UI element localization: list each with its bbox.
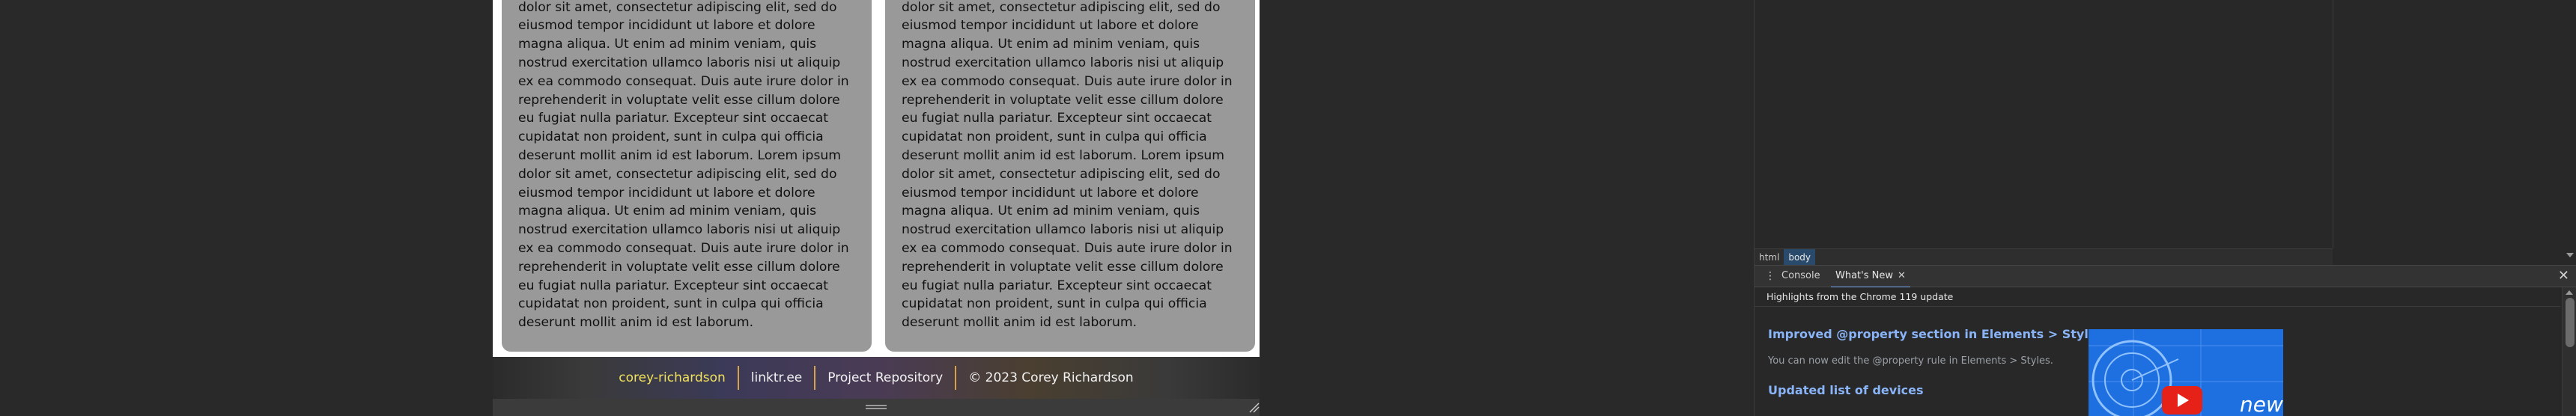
video-thumbnail[interactable]: new [2089, 329, 2283, 416]
card-text: cupidatat non proident, sunt in culpa qu… [518, 0, 849, 331]
tab-console[interactable]: Console [1781, 266, 1820, 287]
whats-new-header: Highlights from the Chrome 119 update [1755, 287, 2560, 307]
breadcrumb-body[interactable]: body [1784, 249, 1816, 266]
more-vertical-icon[interactable]: ⋮ [1765, 271, 1775, 281]
page-viewport: cupidatat non proident, sunt in culpa qu… [493, 0, 1260, 416]
scroll-up-icon[interactable] [2566, 290, 2573, 295]
tab-whats-new[interactable]: What's New ✕ [1831, 266, 1910, 288]
resize-corner-icon[interactable] [1248, 401, 1260, 413]
drag-handle[interactable] [866, 405, 887, 409]
footer-author-link[interactable]: corey-richardson [607, 366, 737, 390]
scroll-down-icon[interactable] [2566, 253, 2574, 257]
whats-new-panel: Highlights from the Chrome 119 update Im… [1755, 287, 2576, 416]
footer-repo-link[interactable]: Project Repository [815, 366, 955, 390]
card-text: cupidatat non proident, sunt in culpa qu… [902, 0, 1233, 331]
close-icon[interactable]: ✕ [1898, 270, 1906, 281]
scrollbar-thumb[interactable] [2566, 298, 2575, 347]
feature-description: You can now edit the @property rule in E… [1768, 355, 2053, 367]
content-card-right: cupidatat non proident, sunt in culpa qu… [885, 0, 1255, 352]
content-card-left: cupidatat non proident, sunt in culpa qu… [502, 0, 872, 352]
viewport-bottom-bar [493, 399, 1260, 416]
drawer-scrollbar[interactable] [2562, 287, 2576, 416]
tab-whats-new-label: What's New [1835, 270, 1893, 281]
footer-copyright: © 2023 Corey Richardson [968, 370, 1134, 385]
breadcrumb-html[interactable]: html [1755, 249, 1784, 266]
devtools-panel: html body ⋮ Console What's New ✕ ✕ Highli… [1754, 0, 2576, 416]
breadcrumb: html body [1755, 248, 2333, 266]
styles-pane[interactable] [2333, 0, 2576, 265]
site-footer: corey-richardson linktr.ee Project Repos… [493, 357, 1260, 399]
drawer-tabbar: ⋮ Console What's New ✕ ✕ [1755, 265, 2576, 288]
feature-heading[interactable]: Improved @property section in Elements >… [1768, 327, 2103, 341]
youtube-play-icon[interactable] [2162, 386, 2202, 415]
elements-tree[interactable] [1755, 0, 2333, 248]
close-drawer-icon[interactable]: ✕ [2558, 269, 2569, 284]
thumbnail-text: new [2240, 392, 2283, 416]
feature-heading-2[interactable]: Updated list of devices [1768, 383, 1924, 397]
footer-linktree-link[interactable]: linktr.ee [739, 366, 814, 390]
